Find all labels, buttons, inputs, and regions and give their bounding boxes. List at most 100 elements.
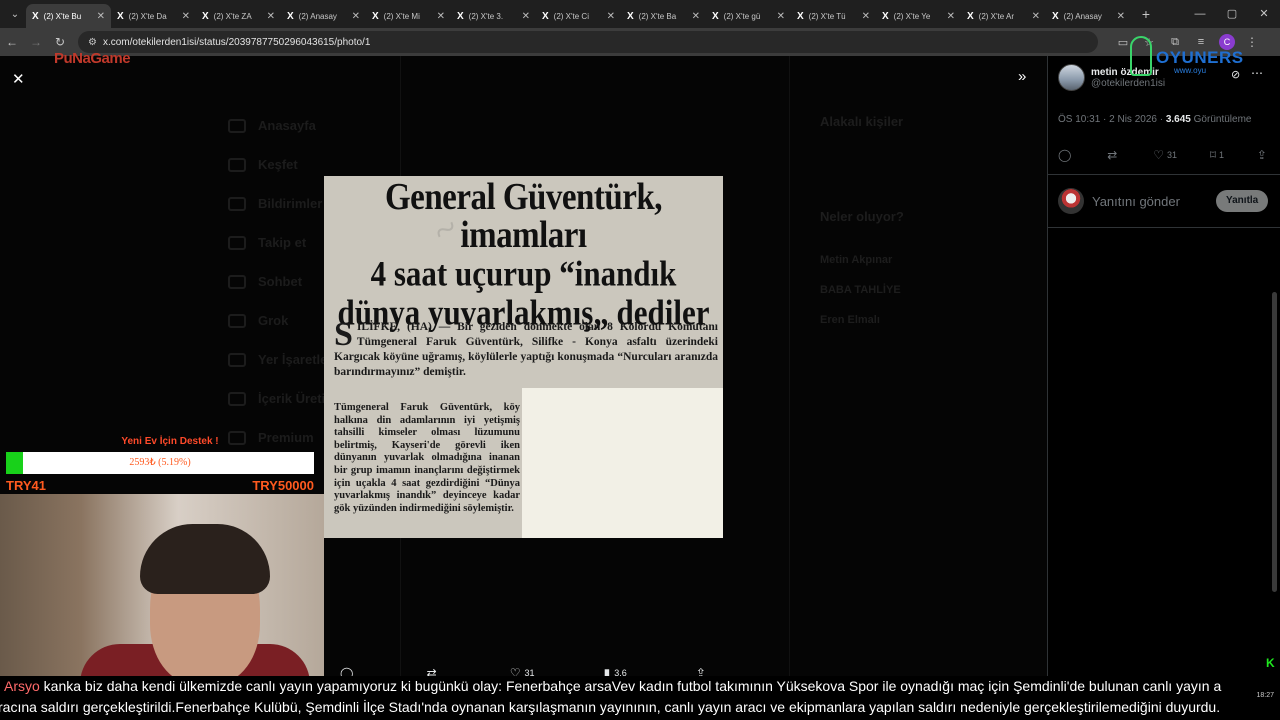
tab-close-icon[interactable]: ✕ — [692, 11, 700, 22]
background-nav-item: Yer İşaretleri — [228, 340, 336, 379]
nav-item-icon — [228, 196, 246, 211]
address-bar[interactable]: ⚙ x.com/otekilerden1isi/status/203978775… — [78, 31, 1098, 53]
ticker-line: racına saldırı gerçekleştirildi.Fenerbah… — [0, 699, 1221, 715]
like-button[interactable]: ♡ 31 — [1153, 148, 1177, 162]
tab-label: (2) X'te gü — [723, 11, 761, 21]
browser-tab[interactable]: X (2) X'te Ci ✕ — [536, 4, 621, 28]
streamer-hair — [140, 524, 270, 594]
more-options-icon[interactable]: ⋯ — [1251, 66, 1263, 80]
x-logo-icon: X — [202, 10, 209, 22]
bookmark-button[interactable]: ⌑ 1 — [1210, 148, 1224, 162]
tab-close-icon[interactable]: ✕ — [777, 11, 785, 22]
newspaper-headline: General Güventürk, imamları 4 saat uçuru… — [324, 176, 723, 330]
nav-item-label: Keşfet — [258, 157, 298, 172]
like-count: 31 — [1166, 150, 1177, 160]
tab-search-chevron-icon[interactable]: ⌄ — [4, 3, 26, 25]
browser-tab[interactable]: X (2) X'te Da ✕ — [111, 4, 196, 28]
tab-label: (2) X'te Ye — [893, 11, 931, 21]
background-nav-item: Bildirimler — [228, 184, 336, 223]
views-label: Görüntüleme — [1193, 114, 1252, 125]
nav-item-icon — [228, 352, 246, 367]
reply-composer: Yanıtını gönder Yanıtla — [1048, 174, 1280, 228]
background-nav-item: Grok — [228, 301, 336, 340]
browser-tab[interactable]: X (2) X'te gü ✕ — [706, 4, 791, 28]
background-nav-item: Anasayfa — [228, 106, 336, 145]
window-controls: — ▢ ✕ — [1184, 0, 1280, 28]
browser-tab[interactable]: X (2) Anasay ✕ — [281, 4, 366, 28]
tab-close-icon[interactable]: ✕ — [862, 11, 870, 22]
tab-close-icon[interactable]: ✕ — [607, 11, 615, 22]
tab-close-icon[interactable]: ✕ — [522, 11, 530, 22]
browser-tab[interactable]: X (2) X'te 3. ✕ — [451, 4, 536, 28]
tab-close-icon[interactable]: ✕ — [352, 11, 360, 22]
tab-close-icon[interactable]: ✕ — [267, 11, 275, 22]
browser-tab[interactable]: X (2) X'te Bu ✕ — [26, 4, 111, 28]
tab-label: (2) X'te Da — [128, 11, 167, 21]
tab-close-icon[interactable]: ✕ — [182, 11, 190, 22]
close-icon[interactable]: ✕ — [12, 70, 25, 88]
reply-button[interactable]: ◯ — [1058, 148, 1074, 162]
x-logo-icon: X — [712, 10, 719, 22]
minimize-icon[interactable]: — — [1184, 0, 1216, 28]
bookmark-count: 1 — [1219, 150, 1225, 160]
newspaper-photo: ~ General Güventürk, imamları 4 saat uçu… — [324, 176, 723, 538]
browser-tab[interactable]: X (2) X'te Tü ✕ — [791, 4, 876, 28]
newspaper-lede: S İLİFKE, (HA) — Bir geziden dönmekte ol… — [334, 318, 718, 380]
tab-close-icon[interactable]: ✕ — [1032, 11, 1040, 22]
x-logo-icon: X — [627, 10, 634, 22]
maximize-icon[interactable]: ▢ — [1216, 0, 1248, 28]
close-window-icon[interactable]: ✕ — [1248, 0, 1280, 28]
browser-tab[interactable]: X (2) X'te Ye ✕ — [876, 4, 961, 28]
tab-label: (2) Anasay — [298, 11, 337, 21]
background-nav-item: İçerik Üretici — [228, 379, 336, 418]
forward-arrow-icon[interactable]: → — [24, 35, 48, 49]
nav-item-label: Grok — [258, 313, 289, 328]
expand-panel-icon[interactable]: » — [1018, 68, 1026, 85]
newspaper-body: Tümgeneral Faruk Güventürk, köy halkına … — [334, 402, 520, 514]
avatar — [1058, 188, 1084, 214]
site-info-icon[interactable]: ⚙ — [88, 37, 97, 48]
tab-label: (2) X'te Ba — [638, 11, 677, 21]
brand-sub: www.oyu — [1174, 66, 1207, 75]
lede-text: İLİFKE, (HA) — Bir geziden dönmekte olan… — [334, 321, 718, 378]
browser-tab[interactable]: X (2) X'te Ar ✕ — [961, 4, 1046, 28]
author-handle[interactable]: @otekilerden1isi — [1091, 78, 1165, 89]
donation-min: TRY41 — [6, 478, 46, 493]
headline-line: 4 saat uçurup “inandık — [370, 253, 677, 294]
scrollbar[interactable] — [1272, 292, 1277, 592]
tweet-actions: ◯ ⇄ ♡ 31 ⌑ 1 ⇪ — [1058, 148, 1270, 162]
trend-item: Eren Elmalı — [820, 314, 880, 326]
trend-item: BABA TAHLİYE — [820, 284, 901, 296]
nav-item-icon — [228, 118, 246, 133]
x-logo-icon: X — [372, 10, 379, 22]
tab-close-icon[interactable]: ✕ — [947, 11, 955, 22]
nav-item-label: Sohbet — [258, 274, 303, 289]
reply-input[interactable]: Yanıtını gönder — [1092, 194, 1202, 209]
new-tab-plus-icon[interactable]: + — [1135, 6, 1157, 22]
tab-label: (2) Anasay — [1063, 11, 1102, 21]
tab-close-icon[interactable]: ✕ — [1117, 11, 1125, 22]
share-button[interactable]: ⇪ — [1257, 148, 1270, 162]
avatar[interactable] — [1058, 64, 1085, 91]
mascot-icon — [1130, 36, 1152, 76]
back-arrow-icon[interactable]: ← — [0, 35, 24, 49]
browser-tab[interactable]: X (2) X'te Mi ✕ — [366, 4, 451, 28]
donation-progress-bar: 2593₺ (5.19%) — [6, 452, 314, 474]
tweet-time[interactable]: ÖS 10:31 · 2 Nis 2026 · — [1058, 114, 1163, 125]
x-logo-icon: X — [967, 10, 974, 22]
x-logo-icon: X — [797, 10, 804, 22]
reply-submit-button[interactable]: Yanıtla — [1216, 190, 1269, 212]
tweet-side-panel: metin özdemir @otekilerden1isi ⊘ ⋯ ÖS 10… — [1047, 56, 1280, 680]
headline-line: General Güventürk, imamları — [385, 176, 663, 257]
browser-tab[interactable]: X (2) X'te ZA ✕ — [196, 4, 281, 28]
donation-title: Yeni Ev İçin Destek ! — [121, 436, 219, 447]
browser-tab[interactable]: X (2) Anasay ✕ — [1046, 4, 1131, 28]
tab-close-icon[interactable]: ✕ — [437, 11, 445, 22]
tab-close-icon[interactable]: ✕ — [97, 11, 105, 22]
browser-tab[interactable]: X (2) X'te Ba ✕ — [621, 4, 706, 28]
reload-icon[interactable]: ↻ — [48, 35, 72, 49]
tweet-meta: ÖS 10:31 · 2 Nis 2026 · 3.645 Görüntülem… — [1058, 114, 1251, 125]
x-logo-icon: X — [1052, 10, 1059, 22]
retweet-button[interactable]: ⇄ — [1107, 148, 1120, 162]
nav-item-icon — [228, 274, 246, 289]
